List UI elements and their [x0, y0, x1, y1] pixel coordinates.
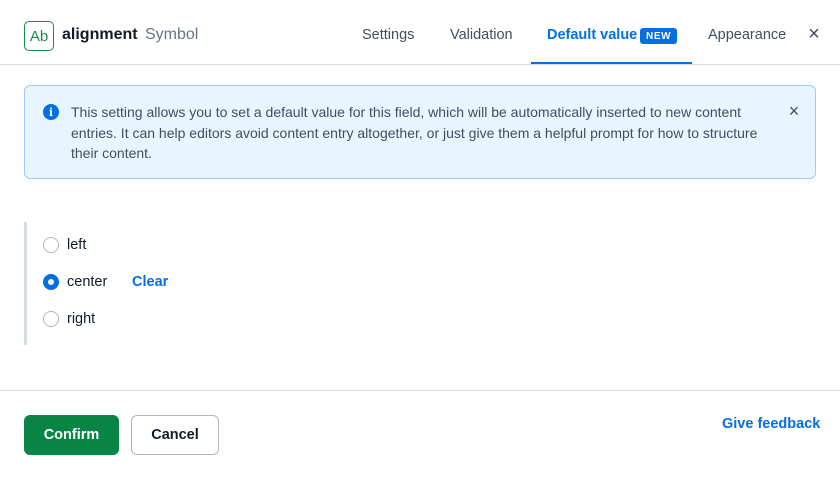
give-feedback-link[interactable]: Give feedback	[722, 416, 820, 432]
info-note: i This setting allows you to set a defau…	[24, 85, 816, 179]
info-icon: i	[43, 104, 59, 120]
radio-label: left	[67, 237, 87, 253]
footer-divider	[0, 390, 840, 391]
radio-label: center	[67, 274, 108, 290]
note-text: This setting allows you to set a default…	[71, 104, 758, 161]
field-name: alignment	[62, 26, 138, 43]
new-badge: NEW	[640, 28, 678, 44]
note-close-icon[interactable]: ×	[785, 102, 803, 120]
text-field-icon: Ab	[24, 21, 54, 51]
options-group-bar	[24, 222, 28, 345]
tab-validation[interactable]: Validation	[450, 27, 513, 43]
tab-default-value[interactable]: Default value	[547, 27, 637, 43]
clear-link[interactable]: Clear	[132, 274, 168, 290]
radio-option-left[interactable]: left	[43, 235, 86, 255]
tab-appearance[interactable]: Appearance	[708, 27, 786, 43]
radio-button[interactable]	[43, 311, 59, 327]
radio-option-center[interactable]: center	[43, 272, 107, 292]
tab-settings[interactable]: Settings	[362, 27, 414, 43]
modal-header: Ab alignment Symbol Settings Validation …	[0, 0, 840, 65]
close-icon[interactable]: ×	[804, 24, 824, 44]
cancel-button[interactable]: Cancel	[131, 415, 219, 455]
radio-button-checked[interactable]	[43, 274, 59, 290]
radio-button[interactable]	[43, 237, 59, 253]
radio-label: right	[67, 311, 96, 327]
radio-option-right[interactable]: right	[43, 309, 95, 329]
field-type: Symbol	[145, 26, 199, 43]
confirm-button[interactable]: Confirm	[24, 415, 119, 455]
active-tab-indicator	[531, 62, 692, 64]
